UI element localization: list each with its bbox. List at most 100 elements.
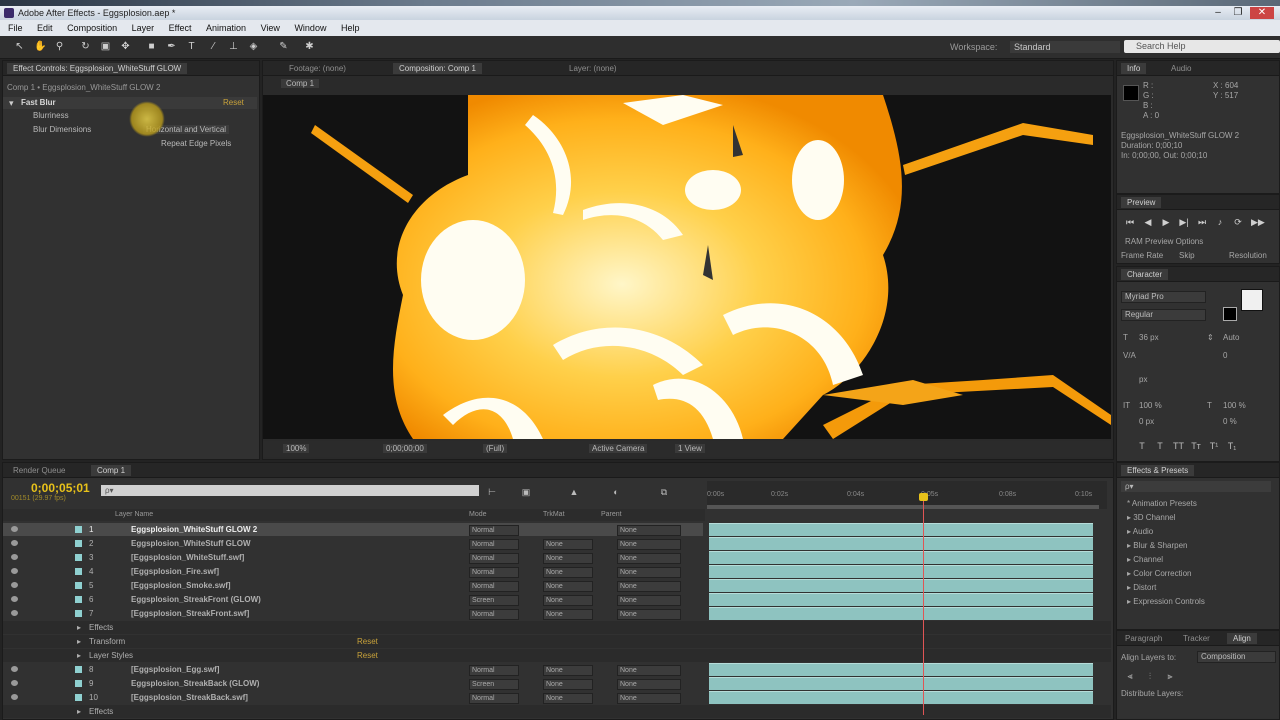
parent-dropdown[interactable]: None: [617, 553, 681, 564]
layer-duration-bar[interactable]: [709, 523, 1093, 536]
subscript-icon[interactable]: T₁: [1227, 441, 1237, 451]
trkmat-dropdown[interactable]: None: [543, 581, 593, 592]
align-right-icon[interactable]: ⫸: [1165, 671, 1175, 681]
all-caps-icon[interactable]: TT: [1173, 441, 1184, 451]
last-frame-icon[interactable]: ⏭: [1197, 217, 1207, 227]
mode-dropdown[interactable]: Normal: [469, 553, 519, 564]
rotate-tool-icon[interactable]: ↻: [80, 41, 91, 52]
layer-property-group[interactable]: ▸ Transform Reset: [3, 635, 1111, 648]
trkmat-dropdown[interactable]: None: [543, 539, 593, 550]
font-family-dropdown[interactable]: Myriad Pro: [1121, 291, 1206, 303]
preset-category[interactable]: ▸ 3D Channel: [1127, 513, 1176, 522]
preset-category[interactable]: ▸ Expression Controls: [1127, 597, 1205, 606]
layer-row[interactable]: 9 Eggsplosion_StreakBack (GLOW) Screen None…: [3, 677, 703, 690]
eye-icon[interactable]: [11, 596, 18, 602]
eye-icon[interactable]: [11, 680, 18, 686]
parent-dropdown[interactable]: None: [617, 679, 681, 690]
menu-effect[interactable]: Effect: [169, 23, 192, 33]
preset-category[interactable]: ▸ Audio: [1127, 527, 1153, 536]
selection-tool-icon[interactable]: ↖: [14, 41, 25, 52]
effects-search-input[interactable]: ρ▾: [1121, 481, 1271, 492]
menu-layer[interactable]: Layer: [132, 23, 155, 33]
parent-dropdown[interactable]: None: [617, 567, 681, 578]
layer-styles-reset-link[interactable]: Reset: [357, 649, 378, 662]
reset-link[interactable]: Reset: [223, 98, 244, 107]
mode-dropdown[interactable]: Screen: [469, 595, 519, 606]
clone-stamp-tool-icon[interactable]: ⊥: [228, 41, 239, 52]
resolution-dropdown[interactable]: (Full): [483, 444, 508, 453]
menu-file[interactable]: File: [8, 23, 23, 33]
trkmat-dropdown[interactable]: None: [543, 553, 593, 564]
trkmat-dropdown[interactable]: None: [543, 693, 593, 704]
faux-bold-icon[interactable]: T: [1137, 441, 1147, 451]
composition-viewer[interactable]: [263, 95, 1111, 439]
next-frame-icon[interactable]: ▶|: [1179, 217, 1189, 227]
layer-row[interactable]: 8 [Eggsplosion_Egg.swf] Normal None None: [3, 663, 703, 676]
mode-dropdown[interactable]: Normal: [469, 525, 519, 536]
layer-duration-bar[interactable]: [709, 551, 1093, 564]
eraser-tool-icon[interactable]: ◈: [248, 41, 259, 52]
tab-character[interactable]: Character: [1121, 269, 1169, 280]
tab-align[interactable]: Align: [1227, 633, 1257, 644]
mode-dropdown[interactable]: Normal: [469, 609, 519, 620]
stroke-width-value[interactable]: px: [1139, 375, 1147, 384]
tab-comp-timeline[interactable]: Comp 1: [91, 465, 132, 476]
hand-tool-icon[interactable]: ✋: [34, 41, 46, 52]
menu-edit[interactable]: Edit: [37, 23, 53, 33]
tab-preview[interactable]: Preview: [1121, 197, 1162, 208]
close-button[interactable]: ✕: [1250, 7, 1274, 19]
comp-mini-flowchart-icon[interactable]: ⊢: [487, 487, 497, 497]
layer-property-group[interactable]: ▸ Effects: [3, 621, 1111, 634]
camera-tool-icon[interactable]: ▣: [100, 41, 111, 52]
rectangle-tool-icon[interactable]: ■: [146, 41, 157, 52]
layer-duration-bar[interactable]: [709, 579, 1093, 592]
eye-icon[interactable]: [11, 666, 18, 672]
trkmat-dropdown[interactable]: None: [543, 679, 593, 690]
loop-icon[interactable]: ⟳: [1233, 217, 1243, 227]
minimize-button[interactable]: –: [1210, 7, 1226, 19]
zoom-tool-icon[interactable]: ⚲: [54, 41, 65, 52]
col-layer-name[interactable]: Layer Name: [115, 509, 153, 521]
mode-dropdown[interactable]: Screen: [469, 679, 519, 690]
parent-dropdown[interactable]: None: [617, 539, 681, 550]
playhead[interactable]: [918, 493, 928, 715]
parent-dropdown[interactable]: None: [617, 595, 681, 606]
menu-window[interactable]: Window: [294, 23, 326, 33]
vertical-scale-value[interactable]: 100 %: [1139, 401, 1162, 410]
mode-dropdown[interactable]: Normal: [469, 693, 519, 704]
font-style-dropdown[interactable]: Regular: [1121, 309, 1206, 321]
layer-duration-bar[interactable]: [709, 677, 1093, 690]
tracking-value[interactable]: 0: [1223, 351, 1227, 360]
preset-category[interactable]: * Animation Presets: [1127, 499, 1197, 508]
graph-editor-icon[interactable]: ⧉: [659, 487, 669, 497]
tab-composition[interactable]: Composition: Comp 1: [393, 63, 482, 74]
menu-view[interactable]: View: [261, 23, 280, 33]
stroke-color-swatch[interactable]: [1223, 307, 1237, 321]
eye-icon[interactable]: [11, 540, 18, 546]
tab-footage[interactable]: Footage: (none): [283, 63, 352, 74]
ram-preview-options[interactable]: RAM Preview Options: [1125, 237, 1203, 246]
layer-row[interactable]: 10 [Eggsplosion_StreakBack.swf] Normal None…: [3, 691, 703, 704]
mode-dropdown[interactable]: Normal: [469, 567, 519, 578]
live-update-icon[interactable]: ▣: [521, 487, 531, 497]
first-frame-icon[interactable]: ⏮: [1125, 217, 1135, 227]
current-time-display[interactable]: 0;00;00;00: [383, 444, 427, 453]
eye-icon[interactable]: [11, 526, 18, 532]
play-icon[interactable]: ▶: [1161, 217, 1171, 227]
parent-dropdown[interactable]: None: [617, 665, 681, 676]
tab-render-queue[interactable]: Render Queue: [7, 465, 71, 476]
horizontal-scale-value[interactable]: 100 %: [1223, 401, 1246, 410]
tab-info[interactable]: Info: [1121, 63, 1147, 74]
effect-row[interactable]: ▾ Fast Blur Reset: [3, 97, 257, 109]
repeat-edge-checkbox[interactable]: Repeat Edge Pixels: [161, 139, 231, 148]
time-ruler[interactable]: 0:00s 0:02s 0:04s 0:05s 0:08s 0:10s: [707, 481, 1107, 509]
motion-blur-icon[interactable]: ◐: [611, 487, 621, 497]
mode-dropdown[interactable]: Normal: [469, 665, 519, 676]
puppet-pin-tool-icon[interactable]: ✱: [304, 41, 315, 52]
parent-dropdown[interactable]: None: [617, 581, 681, 592]
layer-duration-bar[interactable]: [709, 593, 1093, 606]
audio-icon[interactable]: ♪: [1215, 217, 1225, 227]
tab-layer[interactable]: Layer: (none): [563, 63, 623, 74]
pan-behind-tool-icon[interactable]: ✥: [120, 41, 131, 52]
previous-frame-icon[interactable]: ◀: [1143, 217, 1153, 227]
